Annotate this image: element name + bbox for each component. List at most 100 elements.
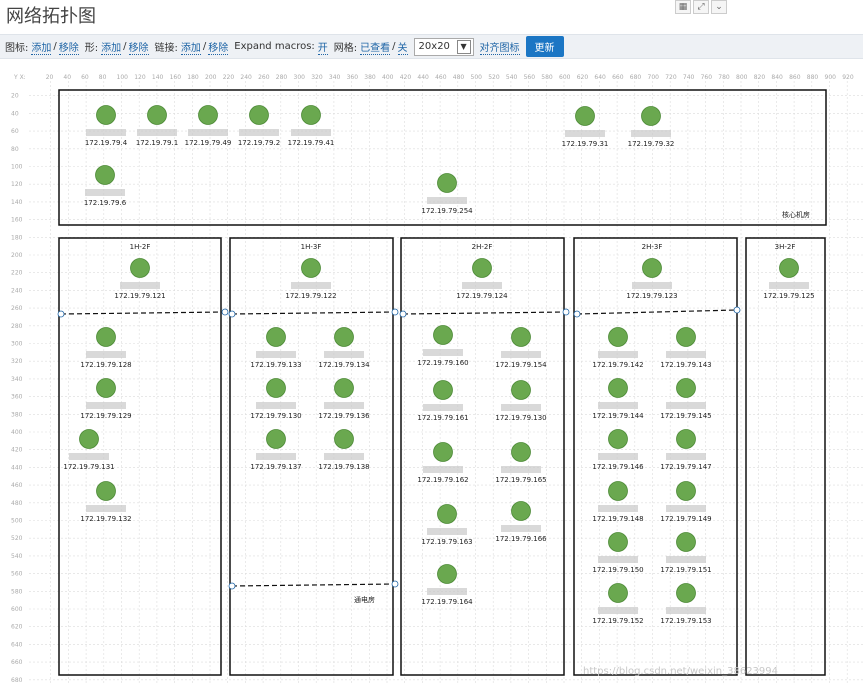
host-node[interactable]: 172.19.79.154 bbox=[495, 327, 547, 370]
host-node[interactable]: 172.19.79.128 bbox=[80, 327, 132, 370]
host-icon[interactable] bbox=[95, 165, 115, 185]
host-icon[interactable] bbox=[608, 532, 628, 552]
host-icon[interactable] bbox=[96, 327, 116, 347]
host-icon[interactable] bbox=[301, 258, 321, 278]
host-icon[interactable] bbox=[676, 481, 696, 501]
host-node[interactable]: 172.19.79.121 bbox=[114, 258, 166, 301]
host-node[interactable]: 172.19.79.149 bbox=[660, 481, 712, 524]
room-zone[interactable] bbox=[400, 237, 565, 676]
link-handle[interactable] bbox=[221, 308, 229, 316]
align-icons-link[interactable]: 对齐图标 bbox=[479, 39, 520, 55]
expand-macros-toggle[interactable]: 开 bbox=[317, 39, 328, 55]
host-node[interactable]: 172.19.79.132 bbox=[80, 481, 132, 524]
host-node[interactable]: 172.19.79.145 bbox=[660, 378, 712, 421]
host-icon[interactable] bbox=[608, 481, 628, 501]
link-handle[interactable] bbox=[391, 308, 399, 316]
host-node[interactable]: 172.19.79.133 bbox=[250, 327, 302, 370]
link-handle[interactable] bbox=[391, 580, 399, 588]
host-icon[interactable] bbox=[511, 501, 531, 521]
host-node[interactable]: 172.19.79.143 bbox=[660, 327, 712, 370]
host-icon[interactable] bbox=[511, 442, 531, 462]
host-icon[interactable] bbox=[249, 105, 269, 125]
grid-shown-link[interactable]: 已查看 bbox=[360, 39, 391, 55]
host-node[interactable]: 172.19.79.142 bbox=[592, 327, 644, 370]
host-icon[interactable] bbox=[676, 378, 696, 398]
host-icon[interactable] bbox=[266, 429, 286, 449]
host-node[interactable]: 172.19.79.163 bbox=[421, 504, 473, 547]
host-icon[interactable] bbox=[96, 481, 116, 501]
host-icon[interactable] bbox=[433, 380, 453, 400]
host-icon[interactable] bbox=[96, 105, 116, 125]
host-node[interactable]: 172.19.79.150 bbox=[592, 532, 644, 575]
link-handle[interactable] bbox=[57, 310, 65, 318]
host-node[interactable]: 172.19.79.161 bbox=[417, 380, 469, 423]
grid-view-icon[interactable]: ▦ bbox=[675, 0, 691, 14]
link-handle[interactable] bbox=[399, 310, 407, 318]
host-icon[interactable] bbox=[608, 583, 628, 603]
host-node[interactable]: 172.19.79.131 bbox=[63, 429, 115, 472]
host-node[interactable]: 172.19.79.129 bbox=[80, 378, 132, 421]
host-node[interactable]: 172.19.79.166 bbox=[495, 501, 547, 544]
host-node[interactable]: 172.19.79.130 bbox=[495, 380, 547, 423]
host-node[interactable]: 172.19.79.146 bbox=[592, 429, 644, 472]
host-icon[interactable] bbox=[779, 258, 799, 278]
dashed-link[interactable] bbox=[60, 311, 226, 315]
host-icon[interactable] bbox=[266, 378, 286, 398]
host-node[interactable]: 172.19.79.160 bbox=[417, 325, 469, 368]
host-icon[interactable] bbox=[198, 105, 218, 125]
host-icon[interactable] bbox=[575, 106, 595, 126]
host-icon[interactable] bbox=[608, 429, 628, 449]
add-link-link[interactable]: 添加 bbox=[180, 39, 201, 55]
host-node[interactable]: 172.19.79.31 bbox=[562, 106, 609, 149]
host-node[interactable]: 172.19.79.147 bbox=[660, 429, 712, 472]
remove-shape-link[interactable]: 移除 bbox=[128, 39, 149, 55]
room-zone[interactable] bbox=[745, 237, 826, 676]
host-icon[interactable] bbox=[96, 378, 116, 398]
host-icon[interactable] bbox=[472, 258, 492, 278]
host-node[interactable]: 172.19.79.137 bbox=[250, 429, 302, 472]
add-shape-link[interactable]: 添加 bbox=[101, 39, 122, 55]
host-node[interactable]: 172.19.79.153 bbox=[660, 583, 712, 626]
host-icon[interactable] bbox=[642, 258, 662, 278]
add-icon-link[interactable]: 添加 bbox=[31, 39, 52, 55]
host-icon[interactable] bbox=[608, 327, 628, 347]
host-icon[interactable] bbox=[676, 532, 696, 552]
host-icon[interactable] bbox=[334, 327, 354, 347]
host-icon[interactable] bbox=[608, 378, 628, 398]
host-node[interactable]: 172.19.79.136 bbox=[318, 378, 370, 421]
host-node[interactable]: 172.19.79.134 bbox=[318, 327, 370, 370]
host-icon[interactable] bbox=[301, 105, 321, 125]
host-node[interactable]: 172.19.79.122 bbox=[285, 258, 337, 301]
host-icon[interactable] bbox=[676, 583, 696, 603]
grid-size-select[interactable]: 20x20 ▼ bbox=[413, 37, 474, 56]
host-node[interactable]: 172.19.79.138 bbox=[318, 429, 370, 472]
host-node[interactable]: 172.19.79.2 bbox=[238, 105, 280, 148]
host-icon[interactable] bbox=[676, 429, 696, 449]
host-node[interactable]: 172.19.79.41 bbox=[288, 105, 335, 148]
grid-off-link[interactable]: 关 bbox=[397, 39, 408, 55]
remove-icon-link[interactable]: 移除 bbox=[58, 39, 79, 55]
host-node[interactable]: 172.19.79.144 bbox=[592, 378, 644, 421]
host-icon[interactable] bbox=[266, 327, 286, 347]
host-node[interactable]: 172.19.79.6 bbox=[84, 165, 127, 208]
host-node[interactable]: 172.19.79.151 bbox=[660, 532, 712, 575]
dashed-link[interactable] bbox=[402, 311, 567, 315]
host-node[interactable]: 172.19.79.148 bbox=[592, 481, 644, 524]
host-node[interactable]: 172.19.79.254 bbox=[421, 173, 473, 216]
host-icon[interactable] bbox=[676, 327, 696, 347]
host-icon[interactable] bbox=[433, 325, 453, 345]
host-icon[interactable] bbox=[437, 173, 457, 193]
host-icon[interactable] bbox=[511, 327, 531, 347]
room-zone[interactable] bbox=[58, 89, 827, 226]
host-node[interactable]: 172.19.79.124 bbox=[456, 258, 508, 301]
fullscreen-icon[interactable]: ⤢ bbox=[693, 0, 709, 14]
host-icon[interactable] bbox=[334, 378, 354, 398]
host-icon[interactable] bbox=[147, 105, 167, 125]
host-icon[interactable] bbox=[130, 258, 150, 278]
chevron-down-icon[interactable]: ⌄ bbox=[711, 0, 727, 14]
link-handle[interactable] bbox=[228, 310, 236, 318]
topology-map[interactable]: Y X: 20 40 60 80 100 120 140 160 180 200 220 240 260… bbox=[5, 69, 863, 684]
host-icon[interactable] bbox=[437, 564, 457, 584]
host-node[interactable]: 172.19.79.164 bbox=[421, 564, 473, 607]
host-node[interactable]: 172.19.79.162 bbox=[417, 442, 469, 485]
